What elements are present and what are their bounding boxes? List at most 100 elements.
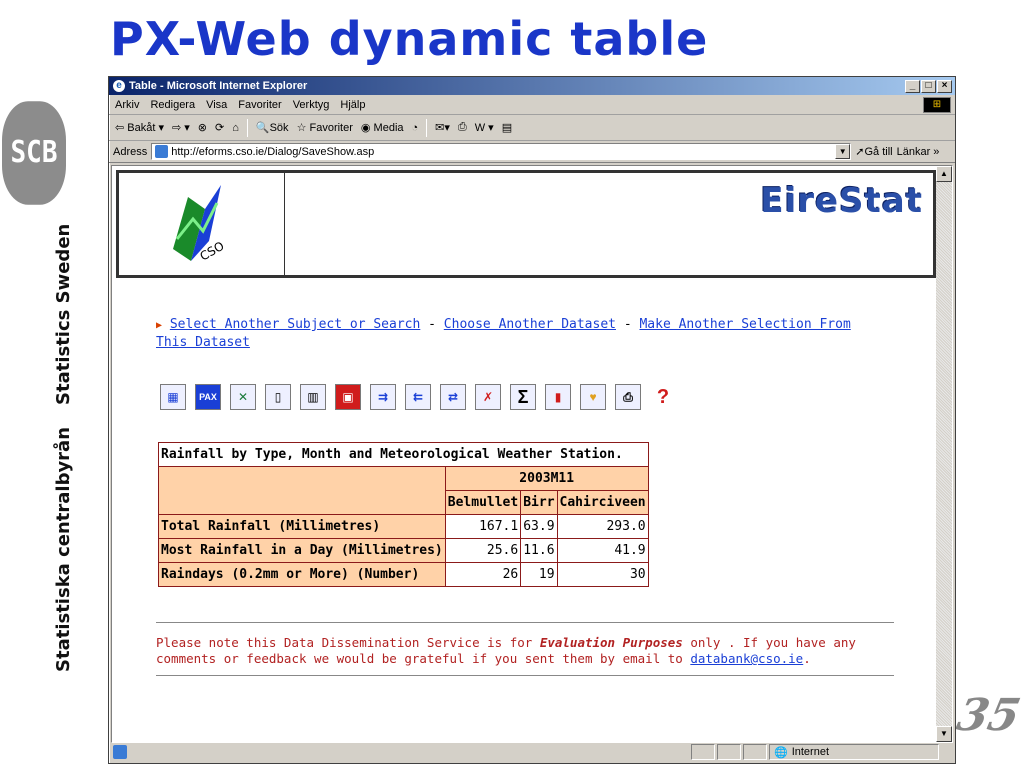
delete-icon[interactable]: ✗ <box>475 384 501 410</box>
choose-dataset-link[interactable]: Choose Another Dataset <box>444 317 616 332</box>
go-label: Gå till <box>864 146 893 158</box>
menu-item-verktyg[interactable]: Verktyg <box>293 99 330 111</box>
column-header-cahirciveen: Cahirciveen <box>556 490 649 515</box>
home-icon[interactable]: ⌂ <box>232 122 239 134</box>
search-button[interactable]: 🔍Sök <box>256 121 289 134</box>
links-label: Länkar <box>896 145 931 158</box>
table-row: Total Rainfall (Millimetres) 167.1 63.9 … <box>158 514 649 539</box>
address-dropdown-icon[interactable]: ▼ <box>835 144 851 159</box>
scroll-up-icon[interactable]: ▲ <box>936 166 952 182</box>
table-cell: 30 <box>556 562 649 587</box>
table-row: Most Rainfall in a Day (Millimetres) 25.… <box>158 538 649 563</box>
slide: PX-Web dynamic table SCB Statistics Swed… <box>0 0 1024 768</box>
page-icon <box>155 145 169 158</box>
window-controls: _ □ × <box>905 79 952 93</box>
print-button-icon[interactable]: ⎙ <box>458 121 467 134</box>
status-bar: 🌐 Internet <box>111 743 953 761</box>
links-button[interactable]: Länkar » <box>897 146 940 158</box>
table-corner-cell <box>158 466 446 515</box>
mail-icon[interactable]: ✉▾ <box>435 121 450 134</box>
map-icon[interactable]: ♥ <box>580 384 606 410</box>
table-row: Raindays (0.2mm or More) (Number) 26 19 … <box>158 562 649 587</box>
address-url: http://eforms.cso.ie/Dialog/SaveShow.asp <box>171 145 375 158</box>
status-zone: 🌐 Internet <box>769 744 939 760</box>
side-text-statistics-sweden: Statistics Sweden <box>53 223 74 405</box>
print-icon[interactable]: ⎙ <box>615 384 641 410</box>
forward-button[interactable]: ⇨ ▾ <box>172 121 190 134</box>
media-button[interactable]: ◉ Media <box>361 121 404 134</box>
text-file-icon[interactable]: ▯ <box>265 384 291 410</box>
pivot-left-icon[interactable]: ⇇ <box>405 384 431 410</box>
globe-icon: 🌐 <box>774 746 788 759</box>
back-button[interactable]: ⇦ Bakåt ▾ <box>115 121 164 134</box>
row-label: Most Rainfall in a Day (Millimetres) <box>158 538 446 563</box>
favorites-button[interactable]: ☆ Favoriter <box>297 121 353 134</box>
grid-icon[interactable]: ▥ <box>300 384 326 410</box>
email-link[interactable]: databank@cso.ie <box>690 651 803 666</box>
status-text <box>129 744 689 760</box>
table-icon[interactable]: ▦ <box>160 384 186 410</box>
select-subject-link[interactable]: Select Another Subject or Search <box>170 317 420 332</box>
menu-item-favoriter[interactable]: Favoriter <box>238 99 281 111</box>
table-cell: 26 <box>444 562 522 587</box>
link-separator: - <box>623 317 632 332</box>
excel-icon[interactable]: ✕ <box>230 384 256 410</box>
table-period-header: 2003M11 <box>444 466 649 491</box>
go-button[interactable]: ➚Gå till <box>855 145 892 158</box>
refresh-icon[interactable]: ⟳ <box>215 121 224 134</box>
cso-logo-icon: CSO <box>173 185 227 264</box>
menu-bar: Arkiv Redigera Visa Favoriter Verktyg Hj… <box>109 95 955 115</box>
stop-icon[interactable]: ⊗ <box>198 121 207 134</box>
menu-item-hjalp[interactable]: Hjälp <box>340 99 365 111</box>
table-cell: 41.9 <box>556 538 649 563</box>
row-label: Total Rainfall (Millimetres) <box>158 514 446 539</box>
address-bar: Adress http://eforms.cso.ie/Dialog/SaveS… <box>109 141 955 163</box>
table-caption-row: Rainfall by Type, Month and Meteorologic… <box>158 442 649 467</box>
table-cell: 11.6 <box>520 538 558 563</box>
scb-logo: SCB <box>2 101 66 205</box>
history-icon[interactable]: ◔ <box>412 122 419 134</box>
ie-window: e Table - Microsoft Internet Explorer _ … <box>108 76 956 764</box>
tool-icons-bar: ▦ PAX ✕ ▯ ▥ ▣ ⇉ ⇇ ⇄ ✗ Σ ▮ ♥ ⎙ ? <box>160 384 676 410</box>
menu-item-visa[interactable]: Visa <box>206 99 227 111</box>
windows-flag-icon: ⊞ <box>923 97 951 113</box>
transpose-icon[interactable]: ⇄ <box>440 384 466 410</box>
edit-icon[interactable]: W ▾ <box>475 121 494 134</box>
standard-toolbar: ⇦ Bakåt ▾ ⇨ ▾ ⊗ ⟳ ⌂ 🔍Sök ☆ Favoriter ◉ M… <box>109 115 955 141</box>
window-title: Table - Microsoft Internet Explorer <box>129 80 308 92</box>
navigation-links: ▶ Select Another Subject or Search - Cho… <box>156 316 876 351</box>
status-cell <box>743 744 767 760</box>
table-cell: 19 <box>520 562 558 587</box>
address-input[interactable]: http://eforms.cso.ie/Dialog/SaveShow.asp… <box>151 143 852 160</box>
pivot-right-icon[interactable]: ⇉ <box>370 384 396 410</box>
back-label: Bakåt <box>127 122 156 134</box>
slide-title: PX-Web dynamic table <box>110 12 709 66</box>
table-caption: Rainfall by Type, Month and Meteorologic… <box>158 442 649 467</box>
minimize-button[interactable]: _ <box>905 79 920 93</box>
scroll-down-icon[interactable]: ▼ <box>936 726 952 742</box>
note-end: . <box>803 651 811 666</box>
toolbar-separator <box>426 118 428 137</box>
maximize-button[interactable]: □ <box>921 79 936 93</box>
help-icon[interactable]: ? <box>650 384 676 410</box>
side-text-statistiska-centralbyran: Statistiska centralbyrån <box>53 426 74 672</box>
close-button[interactable]: × <box>937 79 952 93</box>
eirestat-logo: EireStat <box>760 181 923 221</box>
chart-icon[interactable]: ▮ <box>545 384 571 410</box>
media-label: Media <box>373 122 404 134</box>
status-cell <box>717 744 741 760</box>
menu-item-arkiv[interactable]: Arkiv <box>115 99 139 111</box>
cso-logo-cell: CSO <box>119 173 285 275</box>
discuss-icon[interactable]: ▤ <box>502 121 512 134</box>
window-titlebar[interactable]: e Table - Microsoft Internet Explorer _ … <box>109 77 955 95</box>
vertical-scrollbar[interactable]: ▲ ▼ <box>936 166 952 742</box>
menu-item-redigera[interactable]: Redigera <box>150 99 195 111</box>
sum-icon[interactable]: Σ <box>510 384 536 410</box>
save-icon[interactable]: ▣ <box>335 384 361 410</box>
table-cell: 293.0 <box>556 514 649 539</box>
pc-axis-icon[interactable]: PAX <box>195 384 221 410</box>
search-label: Sök <box>269 122 289 134</box>
table-cell: 63.9 <box>520 514 558 539</box>
data-table: Rainfall by Type, Month and Meteorologic… <box>158 442 649 587</box>
toolbar-separator <box>246 118 248 137</box>
